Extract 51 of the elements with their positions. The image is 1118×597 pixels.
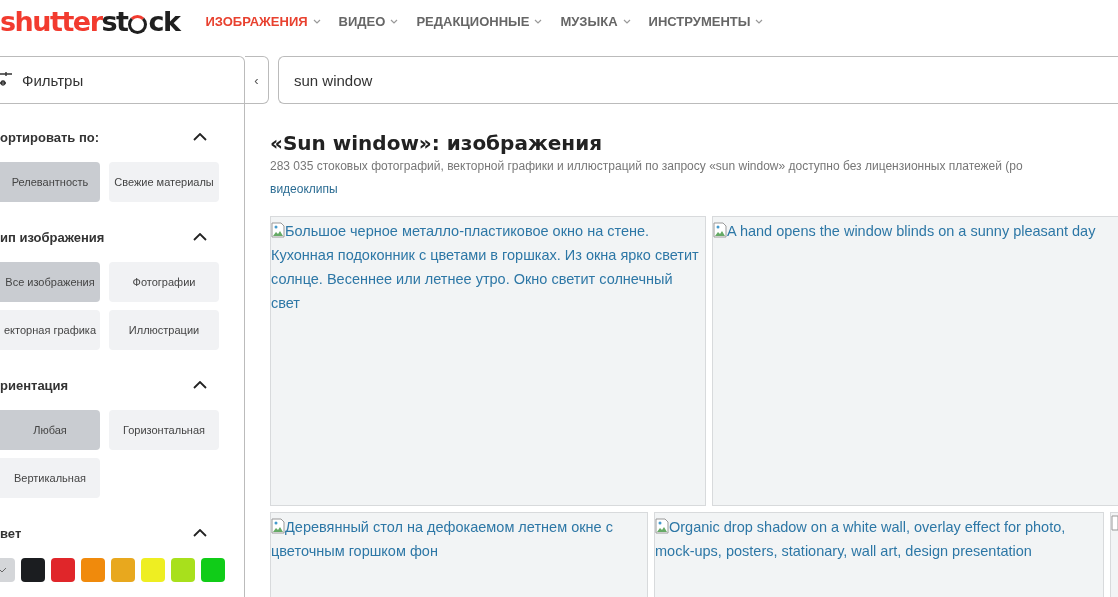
collapse-icon[interactable] [193, 529, 207, 537]
filter-option[interactable]: Фотографии [109, 262, 219, 302]
image-alt-text: Большое черное металло-пластиковое окно на стене. Кухонная подоконник с цветами в горшках. Из окна ярко светит солнце. Весеннее или летнее утро. Окно светит солнечный свет [271, 223, 699, 311]
filter-icon [0, 71, 14, 89]
section-title: ортировать по: [0, 129, 100, 145]
page-heading: «Sun window»: изображения [270, 131, 604, 155]
image-alt-text: Деревянный стол на дефокаемом летнем окне с цветочным горшком фон [271, 519, 613, 559]
check-icon [0, 567, 7, 573]
color-swatch[interactable] [51, 558, 75, 582]
caret-icon [622, 18, 631, 24]
caret-icon [755, 18, 764, 24]
nav-tab[interactable]: РЕДАКЦИОННЫЕ [416, 13, 543, 29]
nav-tab[interactable]: ИНСТРУМЕНТЫ [648, 13, 764, 29]
image-tile[interactable]: Organic drop shadow on a white wall, overlay effect for photo, mock-ups, posters, stationary, wall art, design presentation [654, 512, 1104, 597]
filter-option[interactable]: Любая [0, 410, 100, 450]
caret-icon [390, 18, 399, 24]
collapse-button[interactable]: ‹ [245, 56, 269, 104]
nav-tab[interactable]: МУЗЫКА [560, 13, 631, 29]
filter-option[interactable]: Релевантность [0, 162, 100, 202]
color-swatch[interactable] [171, 558, 195, 582]
collapse-icon[interactable] [193, 233, 207, 241]
image-tile[interactable]: Деревянный стол на дефокаемом летнем окне с цветочным горшком фон [270, 512, 648, 597]
filter-option[interactable]: Иллюстрации [109, 310, 219, 350]
section-title: вет [0, 525, 22, 541]
caret-icon [534, 18, 543, 24]
section-title: риентация [0, 377, 69, 393]
section-title: ип изображения [0, 229, 105, 245]
color-swatch[interactable] [21, 558, 45, 582]
collapse-icon[interactable] [193, 381, 207, 389]
filter-option[interactable]: Все изображения [0, 262, 100, 302]
color-swatch[interactable] [111, 558, 135, 582]
color-swatch[interactable] [201, 558, 225, 582]
filters-button[interactable]: Фильтры [0, 56, 245, 104]
image-alt-text: Organic drop shadow on a white wall, overlay effect for photo, mock-ups, posters, stationary, wall art, design presentation [655, 519, 1066, 559]
search-field[interactable]: sun window [278, 56, 1118, 104]
nav-tab[interactable]: ВИДЕО [338, 13, 399, 29]
filter-option[interactable]: Вертикальная [0, 458, 100, 498]
caret-icon [312, 18, 321, 24]
nav-tab[interactable]: ИЗОБРАЖЕНИЯ [205, 13, 321, 29]
filter-option[interactable]: екторная графика [0, 310, 100, 350]
collapse-icon[interactable] [193, 133, 207, 141]
filter-option[interactable]: Свежие материалы [109, 162, 219, 202]
filter-option[interactable]: Горизонтальная [109, 410, 219, 450]
color-swatch[interactable] [141, 558, 165, 582]
related-link[interactable]: видеоклипы [270, 182, 1118, 196]
image-alt-text: A hand opens the window blinds on a sunny pleasant day [713, 223, 1096, 239]
image-tile[interactable]: Большое черное металло-пластиковое окно на стене. Кухонная подоконник с цветами в горшках. Из окна ярко светит солнце. Весеннее или летнее утро. Окно светит солнечный свет [270, 216, 706, 506]
logo[interactable]: shutterst ck [0, 5, 180, 37]
results-description: 283 035 стоковых фотографий, векторной графики и иллюстраций по запросу «sun window» доступно без лицензионных платежей (ро [270, 159, 1024, 173]
color-swatch[interactable] [81, 558, 105, 582]
image-tile[interactable]: A hand opens the window blinds on a sunny pleasant day [712, 216, 1118, 506]
